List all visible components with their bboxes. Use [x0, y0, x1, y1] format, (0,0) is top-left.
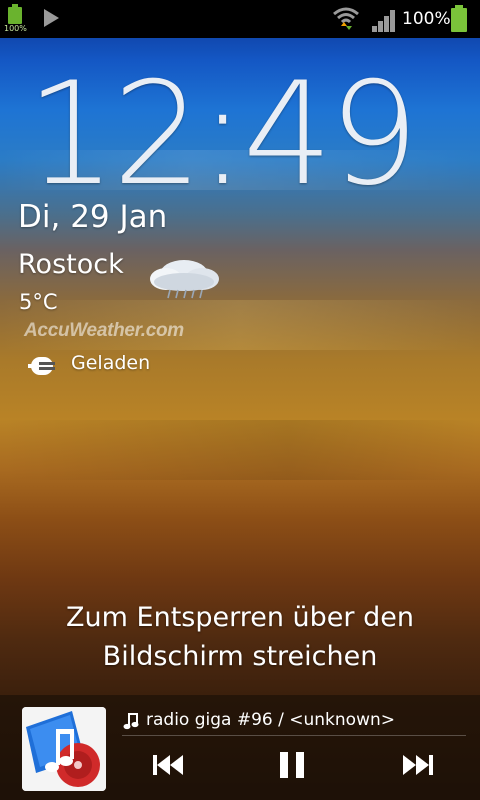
cloud-rain-icon[interactable]: [144, 254, 224, 302]
charging-icon: [28, 357, 55, 375]
weather-temperature: 5°C: [19, 290, 58, 314]
play-icon: [44, 9, 59, 27]
small-battery-text: 100%: [4, 24, 27, 33]
weather-city[interactable]: Rostock: [18, 249, 124, 280]
charging-status: Geladen: [71, 352, 151, 374]
track-title: radio giga #96 / <unknown>: [146, 710, 395, 730]
album-art-icon[interactable]: [22, 707, 106, 791]
weather-provider-logo: AccuWeather.com: [24, 320, 184, 341]
divider: [122, 735, 466, 736]
wifi-icon: [333, 7, 359, 30]
battery-percent: 100%: [402, 9, 451, 29]
status-bar[interactable]: 100% 100%: [0, 0, 480, 38]
signal-icon: [372, 8, 398, 32]
unlock-hint[interactable]: Zum Entsperren über den Bildschirm strei…: [0, 598, 480, 676]
music-player[interactable]: radio giga #96 / <unknown>: [0, 695, 480, 800]
battery-icon: [450, 5, 468, 33]
clock-time: 12:49: [26, 52, 419, 217]
unlock-hint-line2: Bildschirm streichen: [102, 641, 378, 672]
next-button[interactable]: [402, 750, 434, 780]
unlock-hint-line1: Zum Entsperren über den: [66, 602, 414, 633]
pause-button[interactable]: [279, 750, 305, 780]
music-note-icon: [123, 713, 139, 730]
previous-button[interactable]: [152, 750, 184, 780]
date-label: Di, 29 Jan: [18, 199, 168, 235]
